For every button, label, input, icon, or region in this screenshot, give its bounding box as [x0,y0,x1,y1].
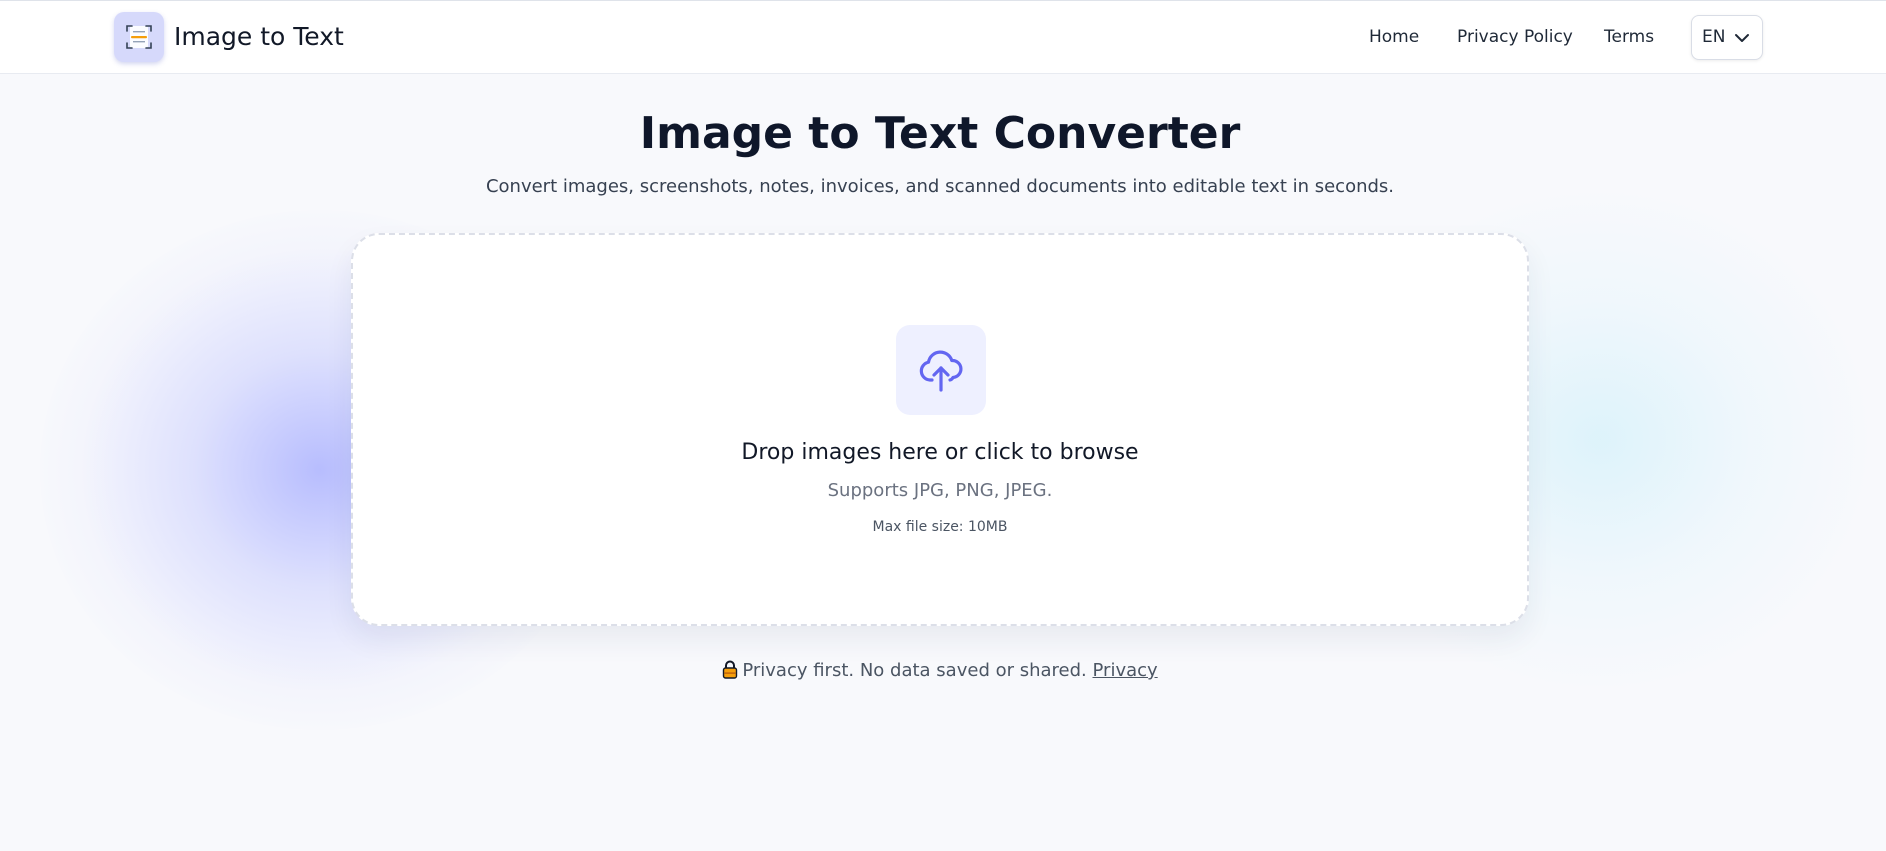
supported-formats-text: Supports JPG, PNG, JPEG. [827,480,1053,501]
dropzone-title: Drop images here or click to browse [741,440,1139,465]
lock-icon [722,660,738,686]
site-header: Image to Text Home Privacy Policy Terms … [0,1,1886,74]
chevron-down-icon [1733,29,1751,51]
language-selector[interactable]: EN [1691,15,1763,60]
cloud-upload-icon [896,325,986,415]
window-top-border [0,0,1886,1]
image-dropzone[interactable]: Drop images here or click to browse Supp… [351,233,1529,626]
max-file-size-text: Max file size: 10MB [872,519,1008,535]
privacy-note: Privacy first. No data saved or shared. … [0,659,1880,686]
page-subtitle: Convert images, screenshots, notes, invo… [485,176,1395,197]
brand-name[interactable]: Image to Text [174,22,344,52]
privacy-note-text: Privacy first. No data saved or shared. [742,660,1087,681]
nav-privacy-policy-link[interactable]: Privacy Policy [1457,27,1573,47]
nav-terms-link[interactable]: Terms [1604,27,1654,47]
page-title: Image to Text Converter [639,108,1241,159]
next-section-heading-partial: ▬▬ ▬▬▬▬▬▬ ▬▬▬▬▬ ▬▬ [351,838,871,851]
nav-home-link[interactable]: Home [1369,27,1419,47]
document-scan-icon[interactable] [114,12,164,62]
language-code: EN [1702,27,1726,47]
privacy-link[interactable]: Privacy [1093,660,1158,681]
